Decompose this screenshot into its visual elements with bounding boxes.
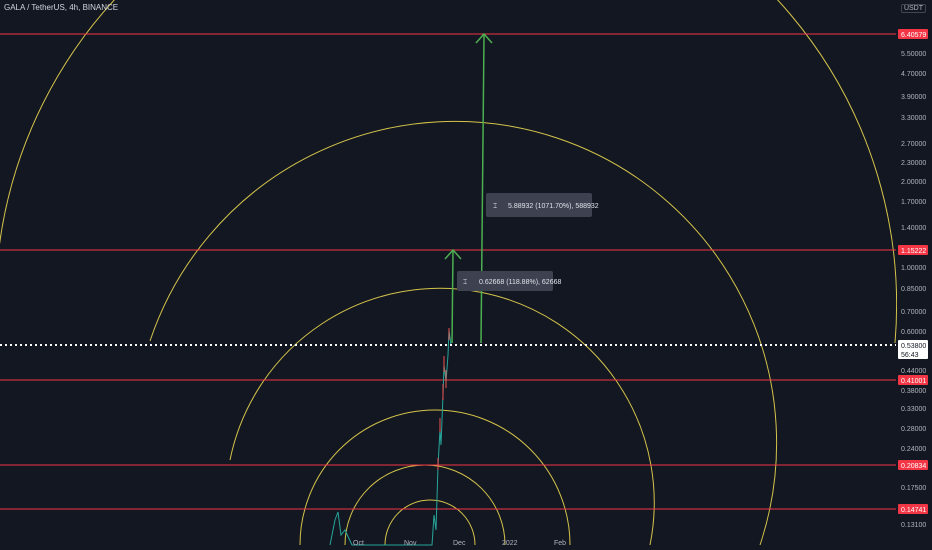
x-tick-label: Oct — [353, 540, 364, 547]
current-price-countdown: 56:43 — [901, 352, 919, 359]
annotation-small-text: 0.62668 (118.88%), 62668 — [479, 279, 561, 286]
x-tick-label: Feb — [554, 540, 566, 547]
y-tick-label: 0.33000 — [901, 406, 926, 413]
annotation-large-text: 5.88932 (1071.70%), 588932 — [508, 203, 599, 210]
y-tick-label: 2.00000 — [901, 179, 926, 186]
level-tag-label: 0.14741 — [901, 507, 926, 514]
level-tag-label: 6.40579 — [901, 32, 926, 39]
x-tick-label: Dec — [453, 540, 466, 547]
y-tick-label: 4.70000 — [901, 71, 926, 78]
y-tick-label: 3.30000 — [901, 115, 926, 122]
y-tick-label: 3.90000 — [901, 94, 926, 101]
y-tick-label: 0.85000 — [901, 286, 926, 293]
x-tick-label: 2022 — [502, 540, 518, 547]
y-tick-label: 0.28000 — [901, 426, 926, 433]
y-tick-label: 0.44000 — [901, 368, 926, 375]
x-tick-label: Nov — [404, 540, 417, 547]
level-tag-label: 0.20834 — [901, 463, 926, 470]
y-tick-label: 2.30000 — [901, 160, 926, 167]
arrow-line-small — [451, 250, 454, 344]
current-price-value: 0.53800 — [901, 343, 926, 350]
level-tag-label: 0.41001 — [901, 378, 926, 385]
y-tick-label: 1.00000 — [901, 265, 926, 272]
y-tick-label: 0.24000 — [901, 446, 926, 453]
y-tick-label: 1.40000 — [901, 225, 926, 232]
y-tick-label: 1.70000 — [901, 199, 926, 206]
y-tick-label: 0.17500 — [901, 485, 926, 492]
y-tick-label: 0.38000 — [901, 388, 926, 395]
symbol-title[interactable]: GALA / TetherUS, 4h, BINANCE — [4, 3, 118, 12]
y-tick-label: 5.50000 — [901, 51, 926, 58]
price-axis[interactable]: 5.50000 4.70000 3.90000 3.30000 2.70000 2.300… — [897, 0, 932, 550]
currency-selector[interactable]: USDT — [900, 4, 926, 13]
y-tick-label: 2.70000 — [901, 141, 926, 148]
annotation-small[interactable]: ⌶ 0.62668 (118.88%), 62668 — [457, 271, 561, 291]
level-tag-label: 1.15222 — [901, 248, 926, 255]
y-tick-label: 0.60000 — [901, 329, 926, 336]
annotation-large-icon: ⌶ — [493, 203, 497, 210]
y-tick-label: 0.13100 — [901, 522, 926, 529]
y-tick-label: 0.70000 — [901, 309, 926, 316]
price-chart[interactable]: ⌶ 5.88932 (1071.70%), 588932 ⌶ 0.62668 (… — [0, 0, 932, 550]
annotation-small-icon: ⌶ — [463, 279, 467, 286]
annotation-large[interactable]: ⌶ 5.88932 (1071.70%), 588932 — [486, 193, 599, 217]
